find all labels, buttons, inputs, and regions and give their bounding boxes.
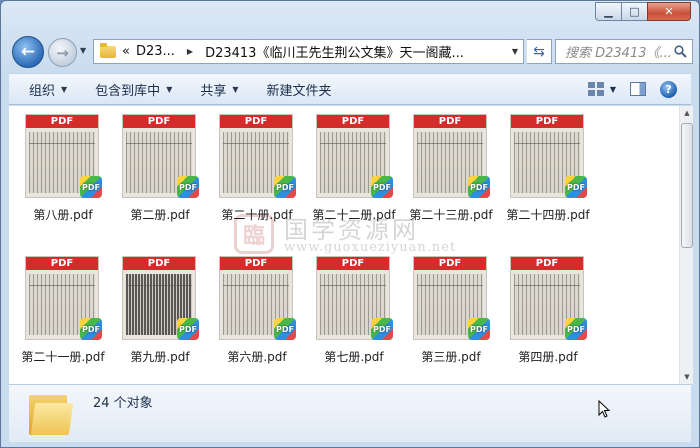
chevron-down-icon: ▼ [166, 84, 173, 94]
refresh-button[interactable]: ⇆ [527, 39, 552, 64]
change-view-icon[interactable] [587, 82, 604, 96]
help-icon[interactable]: ? [660, 80, 677, 98]
file-name: 第二十二册.pdf [312, 208, 396, 222]
address-bar[interactable]: « D23... ▶ D23413《临川王先生荆公文集》天一阁藏... ▼ [93, 39, 524, 64]
file-item[interactable]: PDF PDF 第七册.pdf [309, 248, 399, 368]
pdf-banner: PDF [511, 257, 583, 270]
pdf-banner: PDF [220, 115, 292, 128]
pdf-app-icon: PDF [468, 318, 490, 340]
file-name: 第八册.pdf [33, 208, 93, 222]
pdf-app-icon: PDF [565, 318, 587, 340]
pdf-banner: PDF [414, 115, 486, 128]
view-controls: ▼ ? [587, 80, 691, 98]
caption-buttons: ▁ □ ✕ [595, 2, 691, 21]
pdf-banner: PDF [414, 257, 486, 270]
file-name: 第二十三册.pdf [409, 208, 493, 222]
new-folder-button[interactable]: 新建文件夹 [253, 80, 346, 99]
pdf-app-icon: PDF [371, 318, 393, 340]
share-menu[interactable]: 共享 ▼ [186, 80, 252, 99]
file-name: 第二册.pdf [130, 208, 190, 222]
file-item[interactable]: PDF PDF 第二十一册.pdf [18, 248, 108, 368]
include-in-library-label: 包含到库中 [95, 83, 161, 99]
scroll-up-icon[interactable]: ▲ [680, 106, 694, 120]
include-in-library-menu[interactable]: 包含到库中 ▼ [81, 80, 186, 99]
preview-pane-icon[interactable] [630, 82, 646, 96]
file-name: 第二十册.pdf [221, 208, 293, 222]
pdf-banner: PDF [317, 115, 389, 128]
close-button[interactable]: ✕ [647, 2, 691, 21]
chevron-down-icon: ▼ [61, 84, 68, 94]
pdf-app-icon: PDF [468, 176, 490, 198]
pdf-app-icon: PDF [177, 318, 199, 340]
pdf-app-icon: PDF [80, 176, 102, 198]
pdf-app-icon: PDF [371, 176, 393, 198]
scrollbar-thumb[interactable] [681, 123, 693, 248]
scroll-down-icon[interactable]: ▼ [680, 370, 694, 384]
item-count: 24 个对象 [93, 396, 153, 411]
pdf-banner: PDF [26, 115, 98, 128]
view-options-dropdown-icon[interactable]: ▼ [610, 85, 616, 94]
file-item[interactable]: PDF PDF 第六册.pdf [212, 248, 302, 368]
forward-button[interactable]: → [48, 38, 77, 67]
file-item[interactable]: PDF PDF 第八册.pdf [18, 106, 108, 226]
maximize-button[interactable]: □ [621, 2, 648, 21]
pdf-app-icon: PDF [80, 318, 102, 340]
mouse-cursor-icon [598, 400, 610, 418]
file-item[interactable]: PDF PDF 第九册.pdf [115, 248, 205, 368]
search-icon[interactable] [674, 45, 687, 58]
file-name: 第四册.pdf [518, 350, 578, 364]
pdf-app-icon: PDF [565, 176, 587, 198]
folder-icon [29, 391, 75, 435]
file-item[interactable]: PDF PDF 第二十三册.pdf [406, 106, 496, 226]
search-input[interactable]: 搜索 D23413《... [555, 39, 693, 64]
file-item[interactable]: PDF PDF 第二十册.pdf [212, 106, 302, 226]
back-button[interactable]: ← [12, 36, 44, 68]
file-name: 第七册.pdf [324, 350, 384, 364]
share-label: 共享 [200, 83, 227, 99]
pdf-banner: PDF [511, 115, 583, 128]
breadcrumb-overflow[interactable]: « [122, 44, 130, 59]
file-item[interactable]: PDF PDF 第三册.pdf [406, 248, 496, 368]
chevron-down-icon: ▼ [232, 84, 239, 94]
command-bar: 组织 ▼ 包含到库中 ▼ 共享 ▼ 新建文件夹 ▼ ? [9, 73, 691, 105]
organize-menu[interactable]: 组织 ▼ [9, 80, 81, 99]
file-item[interactable]: PDF PDF 第二十四册.pdf [503, 106, 593, 226]
minimize-button[interactable]: ▁ [595, 2, 622, 21]
pdf-app-icon: PDF [274, 318, 296, 340]
file-item[interactable]: PDF PDF 第二十二册.pdf [309, 106, 399, 226]
file-name: 第三册.pdf [421, 350, 481, 364]
details-pane: 24 个对象 [9, 384, 691, 442]
file-name: 第六册.pdf [227, 350, 287, 364]
file-item[interactable]: PDF PDF 第二册.pdf [115, 106, 205, 226]
file-name: 第九册.pdf [130, 350, 190, 364]
file-name: 第二十四册.pdf [506, 208, 590, 222]
pdf-banner: PDF [123, 115, 195, 128]
navigation-bar: ← → ▼ « D23... ▶ D23413《临川王先生荆公文集》天一阁藏..… [9, 34, 693, 68]
pdf-banner: PDF [123, 257, 195, 270]
organize-label: 组织 [29, 83, 56, 99]
file-list: 臨 国学资源网 www.guoxueziyuan.net PDF PDF 第八册.p… [9, 106, 679, 384]
breadcrumb-item-current[interactable]: D23413《临川王先生荆公文集》天一阁藏... [205, 42, 464, 61]
explorer-window: ▁ □ ✕ ← → ▼ « D23... ▶ D23413《临川王先生荆公文集》… [0, 0, 700, 448]
recent-pages-dropdown-icon[interactable]: ▼ [80, 46, 86, 55]
breadcrumb-item-parent[interactable]: D23... [136, 44, 175, 59]
pdf-app-icon: PDF [177, 176, 199, 198]
address-dropdown-icon[interactable]: ▼ [512, 47, 518, 56]
pdf-banner: PDF [26, 257, 98, 270]
file-item[interactable]: PDF PDF 第四册.pdf [503, 248, 593, 368]
pdf-banner: PDF [317, 257, 389, 270]
pdf-app-icon: PDF [274, 176, 296, 198]
breadcrumb-separator-icon[interactable]: ▶ [187, 47, 193, 56]
vertical-scrollbar[interactable]: ▲ ▼ [679, 106, 693, 384]
file-name: 第二十一册.pdf [21, 350, 105, 364]
search-placeholder: 搜索 D23413《... [565, 46, 672, 61]
pdf-banner: PDF [220, 257, 292, 270]
folder-icon [100, 42, 116, 58]
